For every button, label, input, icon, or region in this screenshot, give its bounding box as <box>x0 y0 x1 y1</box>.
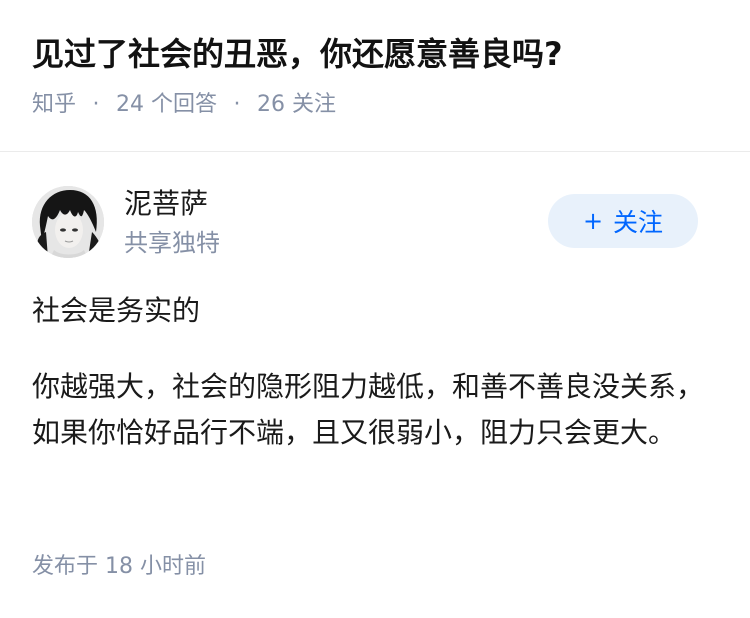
author-bio: 共享独特 <box>124 229 220 257</box>
meta-separator: · <box>92 92 100 117</box>
follow-button[interactable]: + 关注 <box>548 194 698 248</box>
question-header: 见过了社会的丑恶，你还愿意善良吗? 知乎 · 24 个回答 · 26 关注 <box>32 30 722 122</box>
meta-separator: · <box>233 92 241 117</box>
author-name[interactable]: 泥菩萨 <box>124 184 208 224</box>
follow-label: 关注 <box>613 208 664 237</box>
answer-time: 发布于 18 小时前 <box>32 554 206 579</box>
answer-paragraph: 你越强大，社会的隐形阻力越低，和善不善良没关系，如果你恰好品行不端，且又很弱小，… <box>32 370 705 449</box>
plus-icon: + <box>582 207 604 235</box>
avatar-image <box>32 186 104 258</box>
answer-paragraph: 社会是务实的 <box>32 294 201 327</box>
answers-count[interactable]: 24 个回答 <box>116 88 217 122</box>
avatar[interactable] <box>32 186 104 258</box>
section-divider <box>0 151 750 152</box>
author-row: 泥菩萨 共享独特 + 关注 <box>32 182 718 262</box>
answer-content: 社会是务实的 你越强大，社会的隐形阻力越低，和善不善良没关系，如果你恰好品行不端… <box>32 288 712 456</box>
question-source[interactable]: 知乎 <box>32 88 76 122</box>
question-meta: 知乎 · 24 个回答 · 26 关注 <box>32 88 722 122</box>
question-title[interactable]: 见过了社会的丑恶，你还愿意善良吗? <box>32 30 722 78</box>
followers-count[interactable]: 26 关注 <box>257 88 336 122</box>
